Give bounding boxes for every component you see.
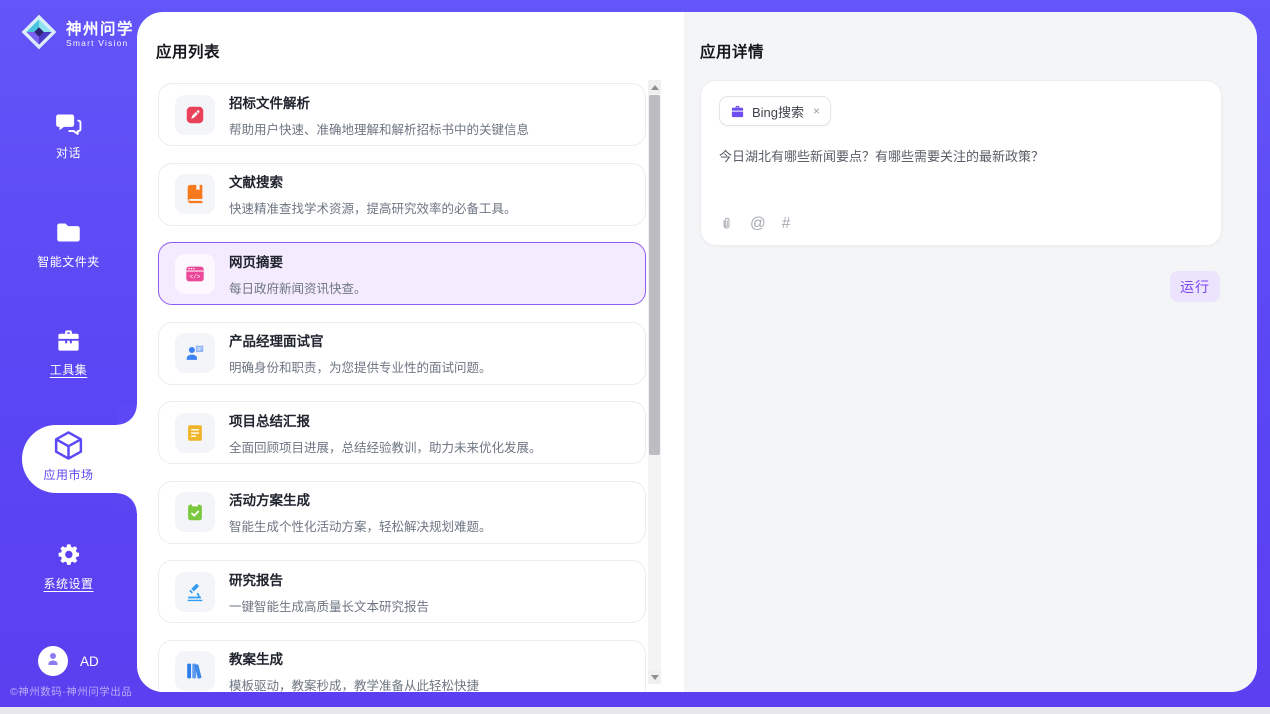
avatar — [38, 646, 68, 676]
app-card-4[interactable]: 项目总结汇报全面回顾项目进展，总结经验教训，助力未来优化发展。 — [158, 401, 646, 464]
app-card-text: 研究报告一键智能生成高质量长文本研究报告 — [229, 569, 429, 615]
chip-remove-icon[interactable]: × — [813, 104, 820, 118]
app-desc: 每日政府新闻资讯快查。 — [229, 278, 367, 297]
app-name: 招标文件解析 — [229, 92, 529, 112]
app-desc: 智能生成个性化活动方案，轻松解决规划难题。 — [229, 516, 492, 535]
attachment-toolbar: @# — [719, 215, 790, 232]
scroll-down-icon — [651, 675, 659, 680]
app-card-text: 产品经理面试官明确身份和职责，为您提供专业性的面试问题。 — [229, 330, 492, 376]
app-card-text: 招标文件解析帮助用户快速、准确地理解和解析招标书中的关键信息 — [229, 92, 529, 138]
microscope-icon — [184, 581, 206, 603]
scrollbar-up-button[interactable] — [648, 80, 661, 94]
tool-chip-bing-search[interactable]: Bing搜索 × — [719, 96, 831, 126]
folder-icon — [55, 219, 82, 246]
svg-text:</>: </> — [190, 273, 201, 280]
sidebar-item-2[interactable]: 工具集 — [0, 327, 137, 378]
app-name: 文献搜索 — [229, 171, 517, 191]
book-icon — [184, 183, 206, 205]
scrollbar-down-button[interactable] — [648, 670, 661, 684]
app-name: 项目总结汇报 — [229, 410, 542, 430]
app-icon-badge — [175, 572, 215, 612]
main-content: 应用列表 招标文件解析帮助用户快速、准确地理解和解析招标书中的关键信息文献搜索快… — [137, 12, 1257, 692]
app-icon-badge — [175, 333, 215, 373]
gear-icon — [55, 541, 82, 568]
app-card-text: 文献搜索快速精准查找学术资源，提高研究效率的必备工具。 — [229, 171, 517, 217]
app-card-5[interactable]: 活动方案生成智能生成个性化活动方案，轻松解决规划难题。 — [158, 481, 646, 544]
sidebar-item-label: 工具集 — [50, 361, 88, 378]
app-card-0[interactable]: 招标文件解析帮助用户快速、准确地理解和解析招标书中的关键信息 — [158, 83, 646, 146]
app-card-3[interactable]: 产品经理面试官明确身份和职责，为您提供专业性的面试问题。 — [158, 322, 646, 385]
user-account[interactable]: AD — [38, 646, 99, 676]
scrollbar-thumb[interactable] — [649, 95, 660, 455]
prompt-card: Bing搜索 × 今日湖北有哪些新闻要点？有哪些需要关注的最新政策？ @# — [700, 80, 1222, 246]
app-name: 网页摘要 — [229, 251, 367, 271]
browser-icon: </> — [184, 263, 206, 285]
books-icon — [184, 660, 206, 682]
app-card-1[interactable]: 文献搜索快速精准查找学术资源，提高研究效率的必备工具。 — [158, 163, 646, 226]
app-detail-title: 应用详情 — [700, 40, 764, 62]
sidebar-item-label: 系统设置 — [43, 575, 93, 592]
app-card-7[interactable]: 教案生成模板驱动，教案秒成，教学准备从此轻松快捷 — [158, 640, 646, 693]
sidebar-item-label: 智能文件夹 — [37, 253, 100, 270]
app-list: 招标文件解析帮助用户快速、准确地理解和解析招标书中的关键信息文献搜索快速精准查找… — [158, 83, 646, 692]
run-button[interactable]: 运行 — [1170, 271, 1220, 302]
clipboard-check-icon — [184, 501, 206, 523]
app-window: 神州问学 Smart Vision 对话智能文件夹工具集应用市场系统设置 AD … — [0, 0, 1270, 714]
at-icon[interactable]: @ — [750, 215, 766, 232]
hash-icon[interactable]: # — [782, 215, 791, 232]
app-desc: 全面回顾项目进展，总结经验教训，助力未来优化发展。 — [229, 437, 542, 456]
scrollbar[interactable] — [648, 80, 661, 684]
app-name: 研究报告 — [229, 569, 429, 589]
notes-icon — [184, 422, 206, 444]
sidebar-item-1[interactable]: 智能文件夹 — [0, 219, 137, 270]
interview-icon — [184, 342, 206, 364]
user-icon — [44, 650, 62, 673]
sidebar-item-0[interactable]: 对话 — [0, 110, 137, 161]
sidebar-item-4[interactable]: 系统设置 — [0, 541, 137, 592]
app-desc: 快速精准查找学术资源，提高研究效率的必备工具。 — [229, 198, 517, 217]
app-card-2[interactable]: </> 网页摘要每日政府新闻资讯快查。 — [158, 242, 646, 305]
prompt-input[interactable]: 今日湖北有哪些新闻要点？有哪些需要关注的最新政策？ — [719, 147, 1203, 166]
sidebar-item-label: 应用市场 — [43, 466, 93, 483]
tool-chip-label: Bing搜索 — [752, 102, 804, 121]
app-icon-badge — [175, 651, 215, 691]
sidebar-item-3[interactable]: 应用市场 — [0, 429, 137, 483]
app-card-text: 教案生成模板驱动，教案秒成，教学准备从此轻松快捷 — [229, 648, 479, 692]
user-initials: AD — [80, 654, 99, 669]
cube-icon — [52, 429, 85, 462]
app-name: 产品经理面试官 — [229, 330, 492, 350]
app-card-text: 项目总结汇报全面回顾项目进展，总结经验教训，助力未来优化发展。 — [229, 410, 542, 456]
app-icon-badge — [175, 95, 215, 135]
app-card-text: 活动方案生成智能生成个性化活动方案，轻松解决规划难题。 — [229, 489, 492, 535]
app-detail-panel: 应用详情 Bing搜索 × 今日湖北有哪些新闻要点？有哪些需要关注的最新政策？ … — [684, 12, 1257, 692]
chat-icon — [55, 110, 82, 137]
app-desc: 模板驱动，教案秒成，教学准备从此轻松快捷 — [229, 675, 479, 692]
app-list-title: 应用列表 — [156, 40, 220, 62]
app-name: 活动方案生成 — [229, 489, 492, 509]
scroll-up-icon — [651, 85, 659, 90]
briefcase-icon — [730, 104, 745, 119]
app-desc: 明确身份和职责，为您提供专业性的面试问题。 — [229, 357, 492, 376]
paperclip-icon[interactable] — [719, 215, 734, 232]
sidebar-nav: 对话智能文件夹工具集应用市场系统设置 — [0, 0, 137, 714]
app-card-text: 网页摘要每日政府新闻资讯快查。 — [229, 251, 367, 297]
app-name: 教案生成 — [229, 648, 479, 668]
toolbox-icon — [55, 327, 82, 354]
app-icon-badge — [175, 413, 215, 453]
app-icon-badge: </> — [175, 254, 215, 294]
app-icon-badge — [175, 492, 215, 532]
app-desc: 一键智能生成高质量长文本研究报告 — [229, 596, 429, 615]
doc-edit-icon — [184, 104, 206, 126]
copyright-footer: ©神州数码·神州问学出品 — [10, 684, 132, 699]
app-card-6[interactable]: 研究报告一键智能生成高质量长文本研究报告 — [158, 560, 646, 623]
app-desc: 帮助用户快速、准确地理解和解析招标书中的关键信息 — [229, 119, 529, 138]
app-icon-badge — [175, 174, 215, 214]
sidebar-item-label: 对话 — [56, 144, 81, 161]
